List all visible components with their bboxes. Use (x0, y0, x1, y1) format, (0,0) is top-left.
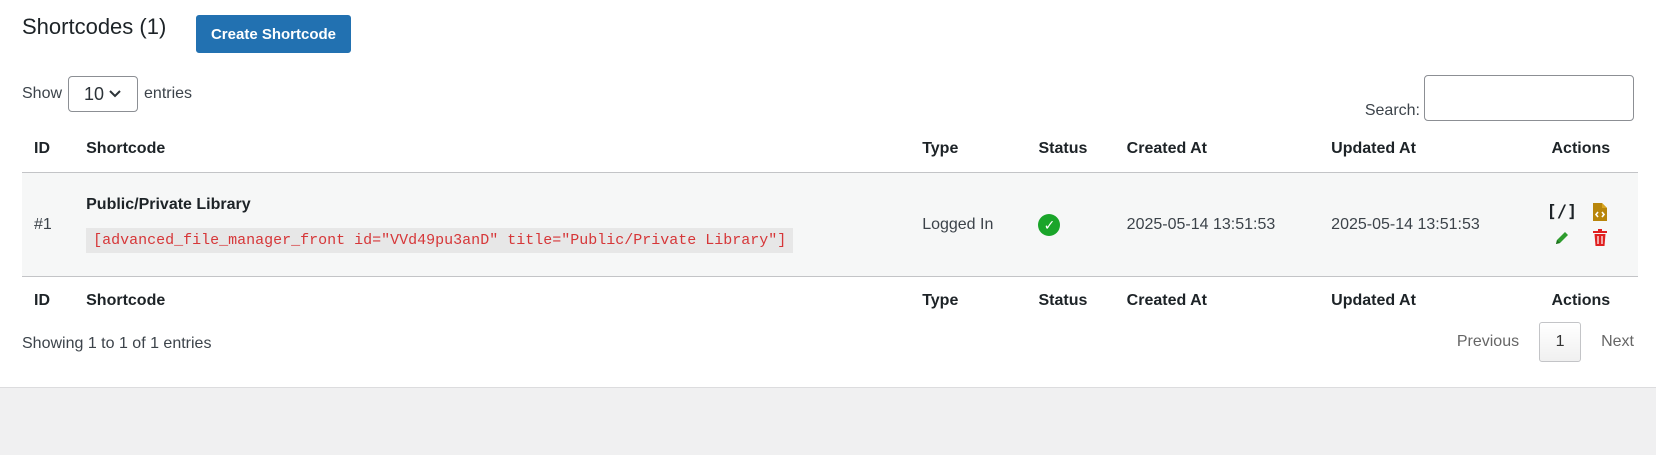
php-code-file-icon[interactable] (1586, 201, 1614, 223)
show-label: Show (22, 85, 63, 102)
shortcode-title: Public/Private Library (86, 196, 251, 213)
entries-label: entries (144, 85, 193, 102)
table-info: Showing 1 to 1 of 1 entries (22, 335, 212, 352)
column-header-status[interactable]: Status (1026, 126, 1115, 173)
create-shortcode-button[interactable]: Create Shortcode (196, 15, 351, 53)
column-header-updated-at[interactable]: Updated At (1319, 126, 1524, 173)
column-footer-id: ID (22, 276, 75, 325)
search-label: Search: (1364, 102, 1420, 119)
entries-length-value: 10 (84, 83, 105, 104)
pencil-icon[interactable] (1548, 227, 1576, 249)
row-type: Logged In (910, 172, 1027, 277)
row-id: #1 (22, 172, 75, 277)
chevron-down-icon (109, 90, 121, 98)
shortcodes-panel: Shortcodes (1) Create Shortcode Show 10 … (0, 0, 1656, 388)
column-footer-status: Status (1026, 276, 1115, 325)
shortcode-brackets-icon[interactable]: [/] (1546, 201, 1577, 223)
column-footer-updated-at: Updated At (1319, 276, 1524, 325)
column-footer-type: Type (910, 276, 1027, 325)
column-header-created-at[interactable]: Created At (1114, 126, 1320, 173)
page-title: Shortcodes (1) (22, 14, 167, 39)
column-header-type[interactable]: Type (910, 126, 1027, 173)
pagination: Previous 1 Next (1457, 322, 1634, 362)
row-actions: [/] (1523, 172, 1638, 277)
row-shortcode-cell: Public/Private Library [advanced_file_ma… (74, 172, 911, 277)
column-header-actions: Actions (1523, 126, 1638, 173)
table-footer-row: ID Shortcode Type Status Created At Upda… (22, 276, 1638, 325)
row-created-at: 2025-05-14 13:51:53 (1114, 172, 1320, 277)
check-circle-icon: ✓ (1038, 213, 1061, 236)
entries-length-select[interactable]: 10 (68, 76, 139, 112)
shortcodes-table: ID Shortcode Type Status Created At Upda… (22, 126, 1638, 325)
column-footer-actions: Actions (1523, 276, 1638, 325)
search-input[interactable] (1424, 75, 1634, 121)
column-header-id[interactable]: ID (22, 126, 75, 173)
next-button[interactable]: Next (1601, 333, 1634, 351)
row-updated-at: 2025-05-14 13:51:53 (1319, 172, 1524, 277)
previous-button[interactable]: Previous (1457, 333, 1519, 351)
column-footer-created-at: Created At (1114, 276, 1320, 325)
page-button-1[interactable]: 1 (1539, 322, 1582, 362)
column-header-shortcode[interactable]: Shortcode (74, 126, 911, 173)
search-control: Search: (1365, 75, 1634, 121)
entries-length-control: Show 10 entries (22, 76, 192, 112)
column-footer-shortcode: Shortcode (74, 276, 911, 325)
shortcode-code[interactable]: [advanced_file_manager_front id="VVd49pu… (86, 228, 794, 253)
row-status: ✓ (1026, 172, 1115, 277)
table-row: #1 Public/Private Library [advanced_file… (22, 172, 1638, 277)
trash-icon[interactable] (1586, 227, 1614, 249)
table-header-row: ID Shortcode Type Status Created At Upda… (22, 126, 1638, 173)
